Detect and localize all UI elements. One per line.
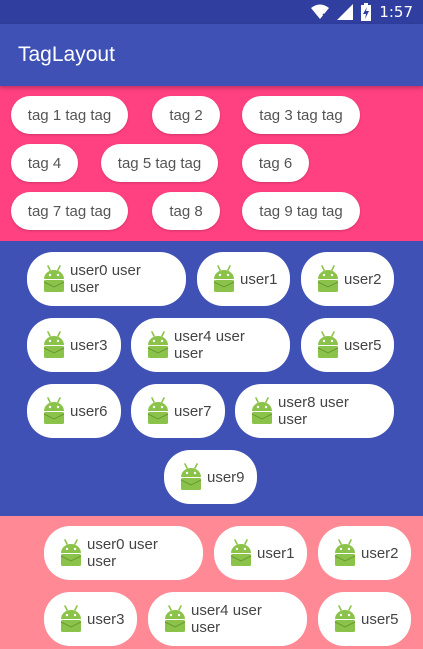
tag-layout-simple: tag 1 tag tag tag 2 tag 3 tag tag tag 4 … bbox=[0, 86, 423, 241]
android-icon bbox=[313, 330, 344, 360]
user-chip[interactable]: user5 bbox=[301, 318, 394, 372]
tag-label: tag 1 tag tag bbox=[27, 106, 112, 124]
user-chip[interactable]: user9 bbox=[164, 450, 257, 504]
tag-layout-centered: user0 user user user1 user2 user3 user4 … bbox=[0, 241, 423, 516]
user-chip[interactable]: user3 bbox=[27, 318, 121, 372]
user-label: user0 user user bbox=[70, 262, 141, 296]
status-time: 1:57 bbox=[379, 3, 413, 21]
user-chip[interactable]: user1 bbox=[197, 252, 290, 306]
tag-label: tag 4 bbox=[27, 154, 62, 172]
user-chip[interactable]: user0 user user bbox=[44, 526, 203, 580]
android-icon bbox=[226, 538, 257, 568]
user-chip[interactable]: user2 bbox=[301, 252, 394, 306]
android-icon bbox=[313, 264, 344, 294]
user-label: user3 bbox=[87, 610, 125, 628]
user-label: user3 bbox=[70, 336, 108, 354]
user-label: user6 bbox=[70, 402, 108, 420]
user-label: user1 bbox=[257, 544, 295, 562]
user-chip[interactable]: user2 bbox=[318, 526, 411, 580]
user-chip[interactable]: user8 user user bbox=[235, 384, 394, 438]
signal-icon bbox=[337, 4, 354, 20]
user-chip[interactable]: user5 bbox=[318, 592, 411, 646]
status-bar: 1:57 bbox=[0, 0, 423, 24]
android-icon bbox=[56, 538, 87, 568]
battery-charging-icon bbox=[361, 3, 372, 21]
tag-chip[interactable]: tag 5 tag tag bbox=[101, 144, 218, 182]
tag-label: tag 5 tag tag bbox=[117, 154, 202, 172]
user-label: user7 bbox=[174, 402, 212, 420]
android-icon bbox=[56, 604, 87, 634]
android-icon bbox=[209, 264, 240, 294]
user-chip[interactable]: user7 bbox=[131, 384, 225, 438]
android-icon bbox=[39, 330, 70, 360]
user-label: user9 bbox=[207, 468, 245, 486]
user-label: user5 bbox=[344, 336, 382, 354]
user-chip[interactable]: user4 user user bbox=[131, 318, 290, 372]
user-label: user8 user user bbox=[278, 394, 349, 428]
tag-layout-right: user0 user user user1 user2 user3 user4 … bbox=[0, 516, 423, 649]
android-icon bbox=[39, 396, 70, 426]
tag-chip[interactable]: tag 6 bbox=[242, 144, 309, 182]
tag-chip[interactable]: tag 1 tag tag bbox=[11, 96, 128, 134]
android-icon bbox=[143, 330, 174, 360]
tag-chip[interactable]: tag 2 bbox=[152, 96, 220, 134]
tag-chip[interactable]: tag 7 tag tag bbox=[11, 192, 128, 230]
tag-label: tag 9 tag tag bbox=[259, 202, 343, 220]
tag-chip[interactable]: tag 4 bbox=[11, 144, 78, 182]
user-chip[interactable]: user6 bbox=[27, 384, 121, 438]
user-chip[interactable]: user0 user user bbox=[27, 252, 186, 306]
user-label: user4 user user bbox=[191, 602, 262, 636]
android-icon bbox=[330, 538, 361, 568]
user-label: user5 bbox=[361, 610, 399, 628]
android-icon bbox=[160, 604, 191, 634]
tag-label: tag 2 bbox=[169, 106, 203, 124]
app-bar: TagLayout bbox=[0, 24, 423, 86]
app-title: TagLayout bbox=[18, 43, 115, 66]
tag-label: tag 7 tag tag bbox=[27, 202, 112, 220]
tag-chip[interactable]: tag 3 tag tag bbox=[242, 96, 360, 134]
android-icon bbox=[330, 604, 361, 634]
android-icon bbox=[143, 396, 174, 426]
user-label: user4 user user bbox=[174, 328, 245, 362]
user-label: user2 bbox=[344, 270, 382, 288]
user-label: user0 user user bbox=[87, 536, 158, 570]
user-chip[interactable]: user4 user user bbox=[148, 592, 307, 646]
android-icon bbox=[176, 462, 207, 492]
tag-chip[interactable]: tag 8 bbox=[152, 192, 220, 230]
user-chip[interactable]: user3 bbox=[44, 592, 137, 646]
tag-label: tag 3 tag tag bbox=[259, 106, 343, 124]
tag-label: tag 8 bbox=[169, 202, 203, 220]
user-label: user1 bbox=[240, 270, 278, 288]
user-chip[interactable]: user1 bbox=[214, 526, 307, 580]
user-label: user2 bbox=[361, 544, 399, 562]
tag-label: tag 6 bbox=[258, 154, 293, 172]
android-icon bbox=[247, 396, 278, 426]
wifi-icon bbox=[311, 4, 330, 19]
tag-chip[interactable]: tag 9 tag tag bbox=[242, 192, 360, 230]
android-icon bbox=[39, 264, 70, 294]
